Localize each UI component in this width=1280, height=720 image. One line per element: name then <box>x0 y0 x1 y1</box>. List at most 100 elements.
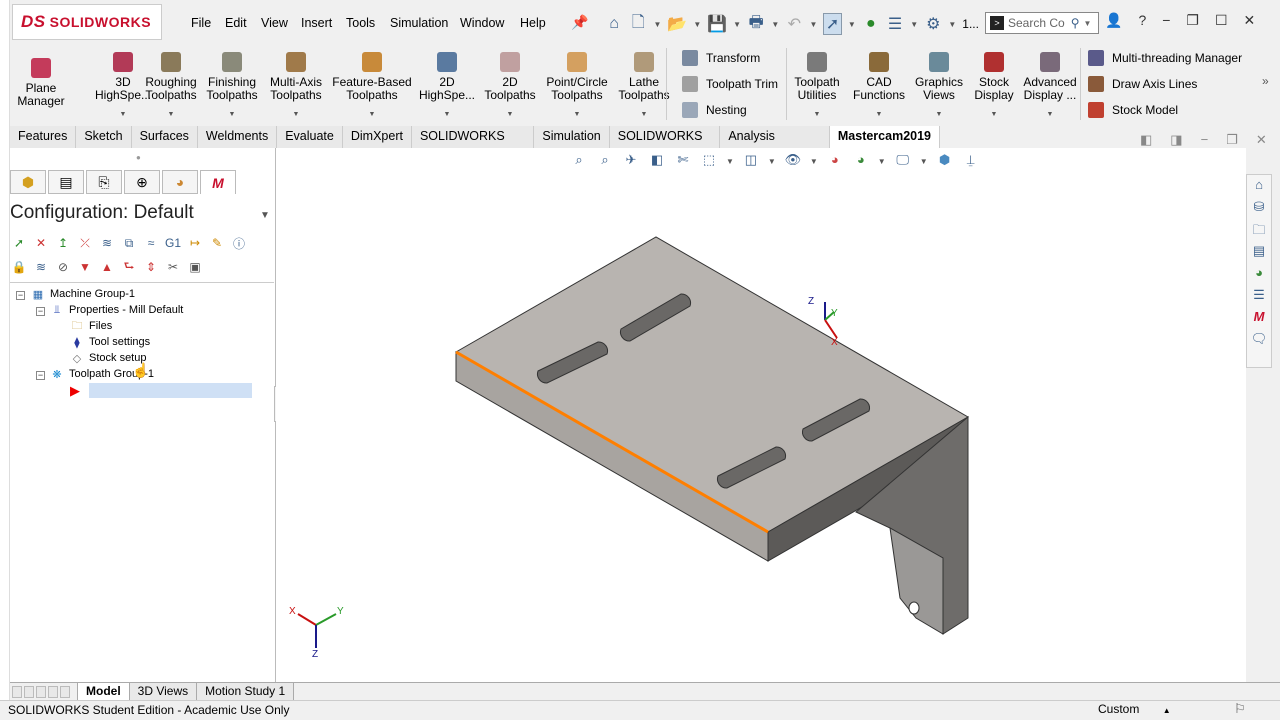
solidworks-logo[interactable]: DS SOLIDWORKS <box>12 4 162 40</box>
open-icon[interactable]: 📂 <box>667 14 687 34</box>
menu-view[interactable]: View <box>261 16 288 30</box>
toolpath-utilities-button[interactable]: Toolpath Utilities ▼ <box>788 52 846 121</box>
chevron-up-icon[interactable]: ▲ <box>1163 706 1171 715</box>
nesting-button[interactable]: Nesting <box>682 102 747 118</box>
tab-3d-views[interactable]: 3D Views <box>128 682 198 701</box>
post-selected-icon[interactable]: ↦ <box>186 234 204 252</box>
minimize-icon[interactable]: − <box>1162 12 1170 29</box>
verify-icon[interactable]: ⧉ <box>120 234 138 252</box>
multi-threading-manager-button[interactable]: Multi-threading Manager <box>1088 50 1242 66</box>
search-commands-field[interactable]: > Search Co ⚲ ▼ <box>985 12 1099 34</box>
chevron-down-icon[interactable]: ▼ <box>120 108 127 121</box>
tab-surfaces[interactable]: Surfaces <box>131 126 198 148</box>
move-up-icon[interactable]: ▲ <box>98 258 116 276</box>
tab-simulation[interactable]: Simulation <box>534 126 610 148</box>
tree-item-properties[interactable]: ⫫ Properties - Mill Default <box>50 303 183 317</box>
maximize-icon[interactable]: ☐ <box>1215 12 1228 29</box>
chevron-down-icon[interactable]: ▼ <box>641 108 648 121</box>
chevron-down-icon[interactable]: ▼ <box>1084 19 1092 28</box>
menu-simulation[interactable]: Simulation <box>390 16 448 30</box>
chevron-down-icon[interactable]: ▼ <box>369 108 376 121</box>
doc-minimize-icon[interactable]: − <box>1201 132 1209 148</box>
single-display-icon[interactable]: ✂ <box>164 258 182 276</box>
pin-icon[interactable]: 📌 <box>571 14 588 31</box>
highfeed-icon[interactable]: ✎ <box>208 234 226 252</box>
unit-system-selector[interactable]: Custom ▲ <box>1098 702 1171 716</box>
toggle-posting-icon[interactable]: ⊘ <box>54 258 72 276</box>
tab-weldments[interactable]: Weldments <box>197 126 278 148</box>
collapse-properties-icon[interactable]: − <box>36 307 45 316</box>
scroll-prev-icon[interactable] <box>24 685 34 698</box>
tab-sketch[interactable]: Sketch <box>76 126 132 148</box>
tab-analysis-preparation[interactable]: Analysis Preparation <box>720 126 830 164</box>
roughing-toolpaths-button[interactable]: Roughing Toolpaths ▼ <box>142 52 200 121</box>
select-pointer-icon[interactable]: ➚ <box>823 13 842 35</box>
chevron-down-icon[interactable]: ▼ <box>693 20 701 29</box>
forum-icon[interactable]: 🗨 <box>1249 331 1269 351</box>
lock-icon[interactable]: 🔒 <box>10 258 28 276</box>
display-options-icon[interactable]: ▣ <box>186 258 204 276</box>
restore-icon[interactable]: ❐ <box>1186 12 1199 29</box>
scroll-to-insert-icon[interactable]: ⇕ <box>142 258 160 276</box>
menu-help[interactable]: Help <box>520 16 546 30</box>
view-palette-icon[interactable]: ▤ <box>1249 243 1269 263</box>
regenerate-all-icon[interactable]: ↥ <box>54 234 72 252</box>
tab-model[interactable]: Model <box>77 682 130 701</box>
scroll-next-icon[interactable] <box>36 685 46 698</box>
next-document-icon[interactable]: ◨ <box>1170 132 1182 148</box>
collapse-machine-group-icon[interactable]: − <box>16 291 25 300</box>
finishing-toolpaths-button[interactable]: Finishing Toolpaths ▼ <box>204 52 260 121</box>
part-hole[interactable] <box>908 601 920 615</box>
chevron-down-icon[interactable]: ▼ <box>910 20 918 29</box>
save-icon[interactable]: 💾 <box>707 14 727 34</box>
highspeed-2d-button[interactable]: 2D HighSpe... ▼ <box>418 52 476 121</box>
graphics-views-button[interactable]: Graphics Views ▼ <box>912 52 966 121</box>
menu-edit[interactable]: Edit <box>225 16 247 30</box>
post-g1-icon[interactable]: G1 <box>164 234 182 252</box>
chevron-down-icon[interactable]: ▼ <box>653 20 661 29</box>
tree-item-machine-group[interactable]: ▦ Machine Group-1 <box>31 287 135 301</box>
toggle-display-icon[interactable]: ≋ <box>32 258 50 276</box>
ribbon-expand-icon[interactable]: » <box>1262 74 1269 88</box>
chevron-down-icon[interactable]: ▼ <box>876 108 883 121</box>
chevron-down-icon[interactable]: ▼ <box>771 20 779 29</box>
search-icon[interactable]: ⚲ <box>1071 16 1080 30</box>
tab-evaluate[interactable]: Evaluate <box>277 126 343 148</box>
custom-properties-icon[interactable]: ☰ <box>1249 287 1269 307</box>
insert-arrow-icon[interactable]: ⮑ <box>120 258 138 276</box>
home-icon[interactable]: ⌂ <box>605 15 623 33</box>
chevron-down-icon[interactable]: ▼ <box>814 108 821 121</box>
toolpath-trim-button[interactable]: Toolpath Trim <box>682 76 778 92</box>
menu-file[interactable]: File <box>191 16 211 30</box>
menu-insert[interactable]: Insert <box>301 16 332 30</box>
scroll-first-icon[interactable] <box>12 685 22 698</box>
regenerate-dirty-icon[interactable]: ⤫ <box>76 234 94 252</box>
tab-motion-study-1[interactable]: Motion Study 1 <box>196 682 295 701</box>
help-icon[interactable]: ? <box>1138 12 1146 29</box>
close-icon[interactable]: ✕ <box>1244 12 1256 29</box>
chevron-down-icon[interactable]: ▼ <box>848 20 856 29</box>
chevron-down-icon[interactable]: ▼ <box>574 108 581 121</box>
part-model[interactable]: Z Y X X Y Z <box>276 148 1246 682</box>
appearances-icon[interactable]: ◕ <box>1249 265 1269 285</box>
tab-solidworks-mbd[interactable]: SOLIDWORKS MBD <box>609 126 721 164</box>
previous-document-icon[interactable]: ◧ <box>1140 132 1152 148</box>
feature-manager-tab[interactable]: ⬢ <box>10 170 46 194</box>
move-down-icon[interactable]: ▼ <box>76 258 94 276</box>
file-properties-icon[interactable]: ☰ <box>886 14 904 34</box>
stock-display-button[interactable]: Stock Display ▼ <box>972 52 1016 121</box>
file-explorer-icon[interactable]: 🗀 <box>1249 221 1269 241</box>
chevron-down-icon[interactable]: ▼ <box>168 108 175 121</box>
print-icon[interactable]: 🖶 <box>747 11 765 38</box>
mastercam-pane-icon[interactable]: M <box>1249 309 1269 329</box>
scroll-last-icon[interactable] <box>48 685 58 698</box>
doc-restore-icon[interactable]: ❐ <box>1226 132 1238 148</box>
tab-solidworks-add-ins[interactable]: SOLIDWORKS Add-Ins <box>411 126 535 164</box>
mastercam-manager-tab[interactable]: M <box>200 170 236 194</box>
chevron-down-icon[interactable]: ▼ <box>260 210 270 221</box>
menu-window[interactable]: Window <box>460 16 504 30</box>
chevron-down-icon[interactable]: ▼ <box>293 108 300 121</box>
collapse-toolpath-group-icon[interactable]: − <box>36 371 45 380</box>
menu-tools[interactable]: Tools <box>346 16 375 30</box>
cad-functions-button[interactable]: CAD Functions ▼ <box>852 52 906 121</box>
